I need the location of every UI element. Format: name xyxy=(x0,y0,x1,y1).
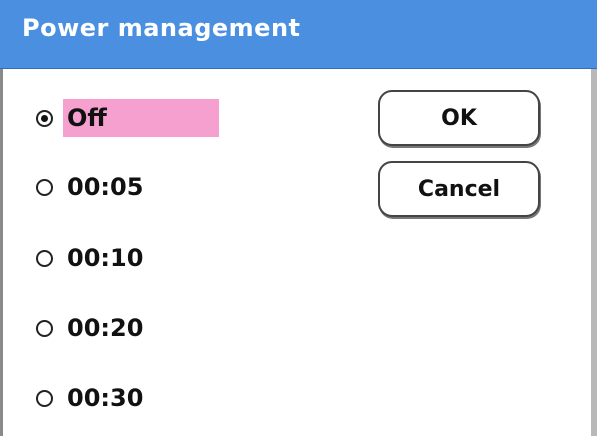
dialog-title: Power management xyxy=(22,14,301,42)
radio-icon[interactable] xyxy=(36,249,53,267)
radio-icon-checked[interactable] xyxy=(36,109,53,127)
option-00-30[interactable]: 00:30 xyxy=(36,377,143,419)
radio-icon[interactable] xyxy=(36,389,53,407)
dialog-titlebar: Power management xyxy=(0,0,597,69)
option-label: 00:30 xyxy=(67,384,144,412)
option-00-20[interactable]: 00:20 xyxy=(36,307,143,349)
option-label: 00:05 xyxy=(67,173,144,201)
radio-icon[interactable] xyxy=(36,319,53,337)
ok-button[interactable]: OK xyxy=(378,90,540,146)
cancel-button[interactable]: Cancel xyxy=(378,161,540,217)
dialog-right-border xyxy=(591,69,597,436)
option-label: 00:20 xyxy=(67,314,144,342)
option-00-10[interactable]: 00:10 xyxy=(36,237,143,279)
power-management-dialog: Power management Off 00:05 00:10 00:20 0… xyxy=(0,0,597,436)
radio-icon[interactable] xyxy=(36,178,53,196)
dialog-left-border xyxy=(0,69,3,436)
option-label: Off xyxy=(63,99,219,137)
option-off[interactable]: Off xyxy=(36,97,219,139)
option-00-05[interactable]: 00:05 xyxy=(36,166,143,208)
option-label: 00:10 xyxy=(67,244,144,272)
